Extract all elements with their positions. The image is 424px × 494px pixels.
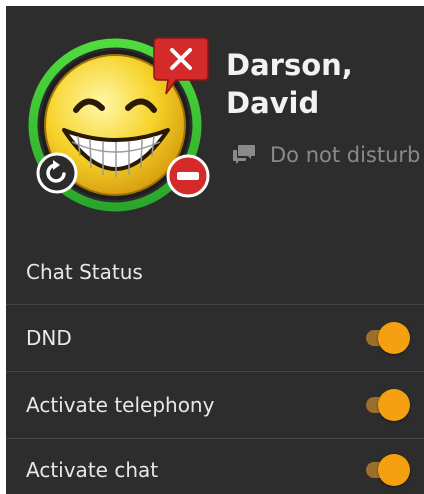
contact-name-line-1: Darson, xyxy=(226,48,353,82)
telephony-toggle[interactable] xyxy=(362,388,410,422)
do-not-disturb-icon xyxy=(166,154,210,198)
presence-status: Do not disturb xyxy=(232,140,420,170)
dnd-toggle[interactable] xyxy=(362,321,410,355)
setting-row-dnd[interactable]: DND xyxy=(6,305,424,371)
setting-row-telephony[interactable]: Activate telephony xyxy=(6,372,424,438)
chat-toggle[interactable] xyxy=(362,453,410,487)
presence-text: Do not disturb xyxy=(270,143,421,167)
contact-name-line-2: David xyxy=(226,86,320,120)
chat-bubble-icon xyxy=(233,145,255,164)
toggle-thumb xyxy=(378,454,410,486)
chat-status-header: Chat Status xyxy=(6,240,424,304)
setting-row-chat[interactable]: Activate chat xyxy=(6,437,424,494)
contact-name: Darson, David xyxy=(226,46,424,122)
setting-label-dnd: DND xyxy=(26,326,72,350)
section-title: Chat Status xyxy=(26,260,143,284)
close-icon[interactable] xyxy=(152,36,210,98)
setting-label-chat: Activate chat xyxy=(26,458,159,482)
contact-panel: Darson, David Do not disturb Chat Status… xyxy=(6,6,424,494)
toggle-thumb xyxy=(378,389,410,421)
toggle-thumb xyxy=(378,322,410,354)
sync-icon[interactable] xyxy=(36,152,78,194)
setting-label-telephony: Activate telephony xyxy=(26,393,215,417)
